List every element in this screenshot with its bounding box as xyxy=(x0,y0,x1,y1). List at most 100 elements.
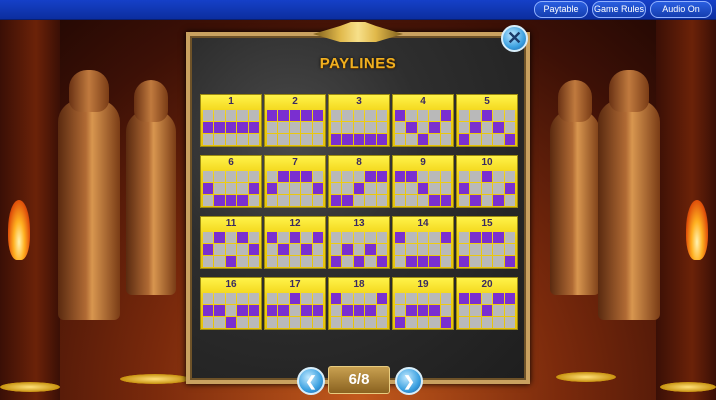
payline-cell xyxy=(267,134,278,145)
payline-cell-active xyxy=(267,110,278,121)
payline-pattern xyxy=(459,293,515,328)
payline-cell xyxy=(481,244,493,255)
payline-cell xyxy=(301,134,312,145)
payline-cell xyxy=(406,110,417,121)
page-indicator: 6/8 xyxy=(328,366,390,394)
payline-cell-active xyxy=(481,305,493,316)
payline-cell xyxy=(429,232,440,243)
payline-cell-active xyxy=(417,305,429,316)
payline-cell xyxy=(312,244,323,255)
payline-cell xyxy=(504,110,515,121)
payline-cell xyxy=(395,305,406,316)
payline-cell xyxy=(289,183,301,194)
payline-cell xyxy=(429,171,440,182)
payline-cell xyxy=(429,293,440,304)
payline-cell-active xyxy=(504,183,515,194)
payline-cell xyxy=(312,293,323,304)
payline-cell-active xyxy=(289,171,301,182)
payline-cell xyxy=(248,293,259,304)
payline-cell xyxy=(214,317,225,328)
payline-cell xyxy=(301,256,312,267)
payline-cell-active xyxy=(203,122,214,133)
payline-card: 17 xyxy=(264,277,326,330)
payline-cell xyxy=(342,317,353,328)
payline-cell-active xyxy=(225,195,237,206)
payline-cell-active xyxy=(353,134,365,145)
payline-cell xyxy=(417,195,429,206)
payline-cell xyxy=(440,134,451,145)
payline-cell xyxy=(395,122,406,133)
payline-pattern xyxy=(331,232,387,267)
payline-cell xyxy=(376,305,387,316)
payline-cell xyxy=(504,244,515,255)
payline-cell xyxy=(429,134,440,145)
payline-cell xyxy=(214,171,225,182)
panel-title: PAYLINES xyxy=(319,55,397,72)
payline-cell xyxy=(481,183,493,194)
payline-cell-active xyxy=(481,110,493,121)
payline-cell-active xyxy=(429,122,440,133)
payline-cell xyxy=(353,232,365,243)
payline-number: 7 xyxy=(292,157,298,168)
payline-cell xyxy=(203,256,214,267)
payline-cell-active xyxy=(342,244,353,255)
payline-cell xyxy=(376,232,387,243)
payline-cell xyxy=(312,122,323,133)
payline-cell-active xyxy=(376,134,387,145)
payline-number: 6 xyxy=(228,157,234,168)
payline-cell-active xyxy=(493,232,504,243)
audio-toggle-button[interactable]: Audio On xyxy=(650,1,712,18)
payline-cell xyxy=(504,195,515,206)
payline-cell-active xyxy=(395,317,406,328)
payline-cell xyxy=(237,171,248,182)
next-page-button[interactable]: ❯ xyxy=(395,367,423,395)
gold-coins xyxy=(0,382,60,392)
payline-cell xyxy=(203,293,214,304)
payline-cell xyxy=(481,122,493,133)
payline-cell-active xyxy=(440,195,451,206)
close-icon[interactable]: ✕ xyxy=(501,25,528,52)
payline-number: 2 xyxy=(292,96,298,107)
payline-cell-active xyxy=(493,293,504,304)
payline-cell xyxy=(248,317,259,328)
payline-cell xyxy=(289,195,301,206)
payline-cell xyxy=(353,195,365,206)
payline-cell xyxy=(278,232,289,243)
prev-page-button[interactable]: ❮ xyxy=(297,367,325,395)
game-rules-button[interactable]: Game Rules xyxy=(592,1,646,18)
payline-cell xyxy=(440,244,451,255)
payline-pattern xyxy=(203,171,259,206)
payline-cell-active xyxy=(395,110,406,121)
payline-cell xyxy=(376,244,387,255)
payline-cell xyxy=(395,134,406,145)
payline-cell xyxy=(214,244,225,255)
payline-cell xyxy=(459,110,470,121)
payline-cell-active xyxy=(312,232,323,243)
payline-card: 8 xyxy=(328,155,390,208)
payline-cell xyxy=(406,134,417,145)
left-statue-front xyxy=(58,70,120,320)
payline-cell xyxy=(225,171,237,182)
payline-cell xyxy=(312,256,323,267)
payline-number: 5 xyxy=(484,96,490,107)
payline-cell-active xyxy=(214,232,225,243)
payline-cell xyxy=(203,317,214,328)
payline-cell-active xyxy=(289,232,301,243)
payline-cell-active xyxy=(312,110,323,121)
payline-cell-active xyxy=(248,305,259,316)
payline-cell xyxy=(289,305,301,316)
payline-cell xyxy=(312,134,323,145)
payline-cell xyxy=(417,122,429,133)
payline-card: 11 xyxy=(200,216,262,269)
payline-cell-active xyxy=(312,183,323,194)
payline-cell xyxy=(267,171,278,182)
payline-card: 10 xyxy=(456,155,518,208)
payline-cell xyxy=(214,183,225,194)
payline-number: 18 xyxy=(353,279,365,290)
payline-cell xyxy=(331,122,342,133)
payline-cell xyxy=(342,183,353,194)
gold-coins xyxy=(556,372,616,382)
payline-cell-active xyxy=(376,256,387,267)
paytable-button[interactable]: Paytable xyxy=(534,1,588,18)
payline-cell-active xyxy=(365,171,376,182)
